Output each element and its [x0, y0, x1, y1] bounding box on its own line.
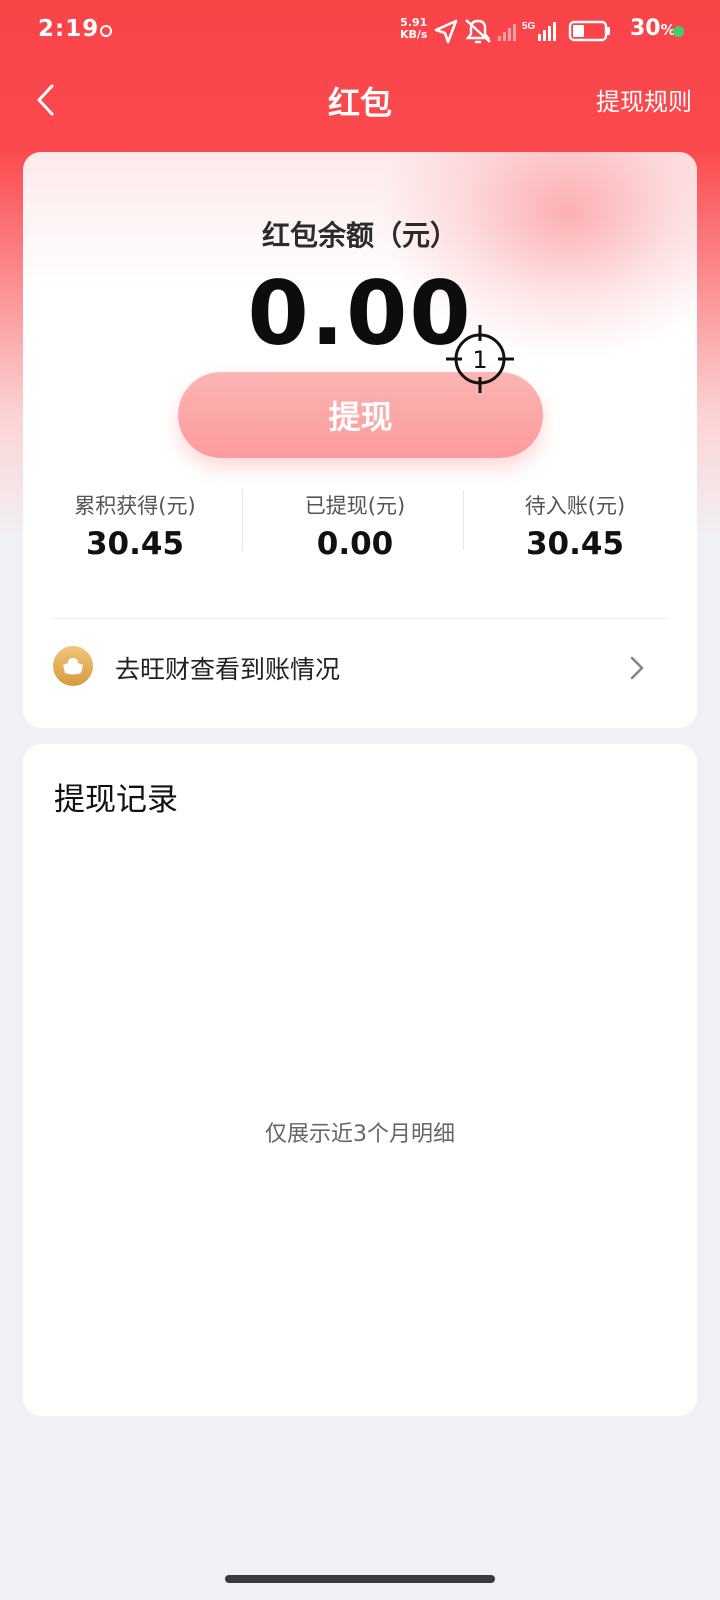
battery-icon	[568, 20, 610, 42]
stat-total-earned: 累积获得(元) 30.45	[23, 490, 247, 562]
status-icons: 5G	[434, 19, 610, 44]
home-indicator[interactable]	[225, 1575, 495, 1583]
coin-bowl-icon	[53, 646, 93, 686]
balance-stats: 累积获得(元) 30.45 已提现(元) 0.00 待入账(元) 30.45	[23, 490, 697, 562]
network-speed-unit: KB/s	[400, 28, 428, 41]
chevron-right-icon	[630, 656, 644, 680]
crosshair-label: 1	[472, 346, 487, 374]
link-text: 去旺财查看到账情况	[115, 655, 341, 684]
status-indicator-dot	[673, 26, 684, 37]
balance-amount: 0.00	[247, 262, 473, 365]
signal-weak-icon	[498, 24, 516, 41]
status-time: 2:19	[38, 16, 100, 42]
stat-label: 待入账(元)	[524, 494, 626, 518]
withdraw-records-card: 提现记录 仅展示近3个月明细	[23, 744, 697, 1416]
stat-value: 30.45	[85, 526, 185, 562]
records-empty-note: 仅展示近3个月明细	[265, 1122, 455, 1147]
battery-percent: 30%	[630, 16, 676, 41]
network-type: 5G	[522, 21, 536, 32]
stat-value: 0.00	[316, 526, 394, 562]
stat-label: 累积获得(元)	[74, 494, 196, 518]
crosshair-marker-icon: 1	[446, 325, 514, 393]
notification-icon	[100, 25, 112, 37]
stat-pending: 待入账(元) 30.45	[463, 490, 687, 562]
balance-label: 红包余额（元）	[261, 219, 458, 252]
records-title: 提现记录	[54, 782, 178, 818]
signal-5g-icon: 5G	[522, 21, 556, 41]
balance-card: 红包余额（元） 0.00 提现 1 累积获得(元) 30.45 已提现(元) 0…	[23, 152, 697, 728]
view-arrival-status-link[interactable]: 去旺财查看到账情况	[23, 622, 697, 722]
bell-muted-icon	[465, 19, 491, 44]
network-speed: 5.91 KB/s	[400, 17, 427, 41]
location-arrow-icon	[434, 19, 458, 44]
stat-withdrawn: 已提现(元) 0.00	[243, 490, 467, 562]
status-bar: 2:19 5.91 KB/s 5G 30%	[0, 0, 720, 62]
withdraw-rules-link[interactable]: 提现规则	[596, 82, 692, 117]
navigation-bar: 红包 提现规则	[0, 62, 720, 150]
stat-value: 30.45	[525, 526, 625, 562]
divider	[53, 618, 667, 619]
stat-label: 已提现(元)	[304, 494, 406, 518]
